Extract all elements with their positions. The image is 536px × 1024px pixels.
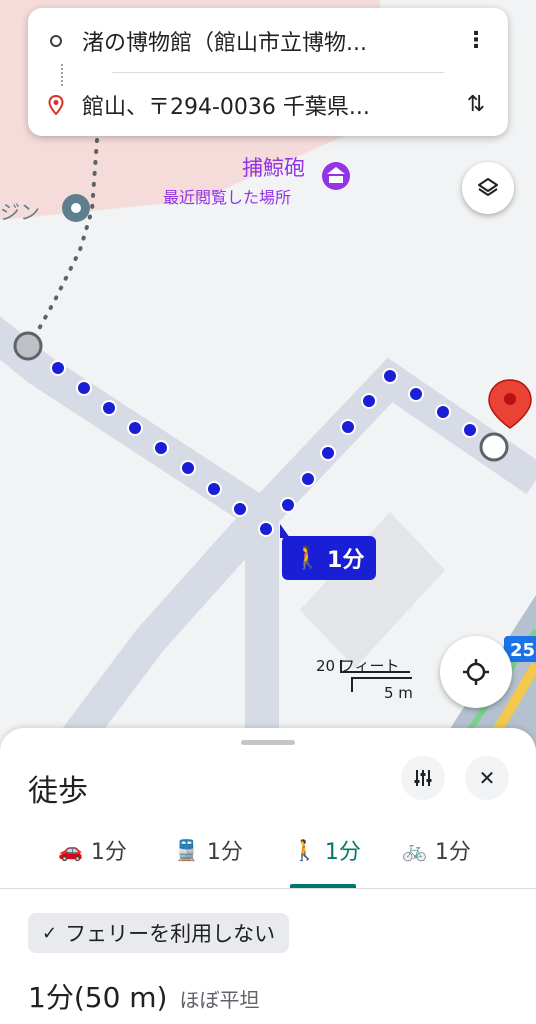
destination-text[interactable]: 館山、〒294-0036 千葉県... bbox=[82, 89, 422, 121]
summary-time: 1分 bbox=[28, 981, 74, 1014]
destination-row[interactable]: 館山、〒294-0036 千葉県... bbox=[48, 80, 494, 130]
layers-icon bbox=[478, 178, 498, 196]
sheet-title: 徒歩 bbox=[28, 774, 88, 809]
poi-subtitle: 最近閲覧した場所 bbox=[163, 188, 292, 207]
tab-bike[interactable]: 🚲 1分 bbox=[402, 824, 471, 876]
origin-text[interactable]: 渚の博物館（館山市立博物... bbox=[82, 25, 422, 57]
tabs-divider bbox=[0, 888, 536, 889]
scale-meter-label: 5 m bbox=[384, 684, 413, 702]
train-icon: 🚆 bbox=[174, 838, 199, 862]
tab-drive-label: 1分 bbox=[90, 840, 127, 865]
tab-walk-label: 1分 bbox=[324, 840, 361, 865]
summary-note: ほぼ平坦 bbox=[179, 988, 260, 1012]
tab-transit[interactable]: 🚆 1分 bbox=[174, 824, 243, 876]
origin-circle-icon bbox=[50, 35, 62, 47]
check-icon: ✓ bbox=[42, 922, 58, 944]
directions-sheet: 徒歩 ✕ 🚗 1分 🚆 1分 🚶 1分 🚲 1分 ✓ フェリーを利用しない 1分 bbox=[0, 728, 536, 1024]
car-icon: 🚗 bbox=[58, 838, 83, 862]
avoid-ferries-chip[interactable]: ✓ フェリーを利用しない bbox=[28, 913, 290, 953]
swap-vert-icon: ⇅ bbox=[466, 91, 486, 117]
route-end-marker bbox=[479, 432, 509, 462]
route-start-marker bbox=[13, 331, 43, 361]
sheet-drag-handle[interactable] bbox=[241, 740, 295, 745]
highway-label: 25 bbox=[510, 640, 535, 661]
chip-label: フェリーを利用しない bbox=[65, 922, 276, 946]
tab-walk[interactable]: 🚶 1分 bbox=[292, 824, 361, 876]
swap-route-button[interactable]: ⇅ bbox=[456, 84, 496, 124]
route-options-button[interactable] bbox=[401, 756, 445, 800]
location-pin-icon bbox=[48, 95, 64, 115]
summary-distance: (50 m) bbox=[73, 981, 168, 1014]
tab-drive[interactable]: 🚗 1分 bbox=[58, 824, 127, 876]
route-summary[interactable]: 1分 (50 m) ほぼ平坦 bbox=[28, 976, 259, 1016]
walk-icon: 🚶 bbox=[292, 838, 317, 862]
poi-name[interactable]: 捕鯨砲 bbox=[242, 152, 305, 182]
my-location-button[interactable] bbox=[440, 636, 512, 708]
walk-icon: 🚶 bbox=[293, 545, 322, 571]
tab-bike-label: 1分 bbox=[434, 840, 471, 865]
scale-feet-label: 20 フィート bbox=[316, 657, 400, 675]
close-icon: ✕ bbox=[478, 766, 496, 790]
tab-transit-label: 1分 bbox=[206, 840, 243, 865]
crosshair-icon bbox=[463, 659, 489, 685]
more-options-button[interactable]: ⋮ bbox=[456, 20, 496, 60]
route-card: 渚の博物館（館山市立博物... 館山、〒294-0036 千葉県... ⋮ ⇅ bbox=[28, 8, 508, 136]
layers-button[interactable] bbox=[462, 162, 514, 214]
route-separator bbox=[112, 72, 444, 73]
route-time-badge[interactable]: 🚶 1分 bbox=[280, 524, 376, 580]
close-button[interactable]: ✕ bbox=[465, 756, 509, 800]
tune-icon bbox=[414, 770, 432, 786]
origin-row[interactable]: 渚の博物館（館山市立博物... bbox=[50, 16, 494, 66]
bike-icon: 🚲 bbox=[402, 838, 427, 862]
transit-stop-label[interactable]: ジン bbox=[0, 196, 40, 225]
route-time-label: 1分 bbox=[327, 548, 365, 573]
transit-stop-icon[interactable] bbox=[62, 194, 90, 222]
more-vert-icon: ⋮ bbox=[465, 27, 487, 53]
museum-poi-icon[interactable] bbox=[322, 162, 350, 190]
